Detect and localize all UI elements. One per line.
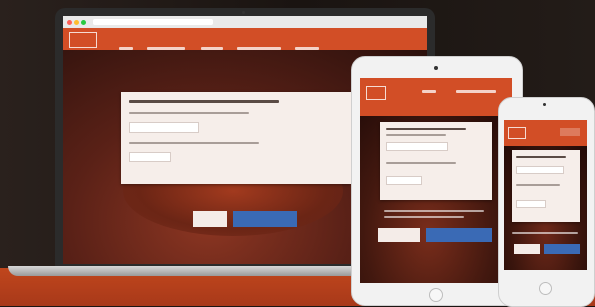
minimize-icon[interactable]: [74, 20, 79, 25]
card-heading: [129, 100, 279, 103]
camera-icon: [543, 103, 546, 106]
hero-text: [384, 210, 484, 212]
camera-icon: [434, 66, 438, 70]
site-header: [360, 78, 512, 116]
card-heading: [386, 128, 466, 130]
hero-text: [512, 232, 578, 234]
secondary-button[interactable]: [193, 211, 227, 227]
location-input[interactable]: [386, 142, 448, 151]
search-card: [512, 150, 580, 222]
search-button[interactable]: [129, 152, 171, 162]
search-button[interactable]: [386, 176, 422, 185]
maximize-icon[interactable]: [81, 20, 86, 25]
home-button-icon[interactable]: [539, 282, 552, 295]
close-icon[interactable]: [67, 20, 72, 25]
card-text: [386, 162, 456, 164]
search-button[interactable]: [516, 200, 546, 208]
camera-icon: [242, 11, 245, 14]
card-text: [386, 134, 446, 136]
primary-button[interactable]: [426, 228, 492, 242]
secondary-button[interactable]: [514, 244, 540, 254]
nav-item[interactable]: [422, 90, 436, 93]
card-text: [129, 112, 249, 114]
card-text: [129, 142, 259, 144]
search-card: [121, 92, 351, 184]
site-header: [63, 28, 427, 50]
nav-item[interactable]: [456, 90, 496, 93]
location-input[interactable]: [516, 166, 564, 174]
primary-button[interactable]: [233, 211, 297, 227]
logo-icon[interactable]: [69, 32, 97, 48]
site-header: [504, 120, 587, 146]
phone-screen: [504, 120, 587, 270]
browser-bar: [63, 16, 427, 28]
secondary-button[interactable]: [378, 228, 420, 242]
primary-button[interactable]: [544, 244, 580, 254]
search-card: [380, 122, 492, 200]
menu-button[interactable]: [560, 128, 580, 136]
logo-icon[interactable]: [508, 127, 526, 139]
card-text: [516, 184, 560, 186]
tablet-screen: [360, 78, 512, 283]
hero-text: [384, 216, 464, 218]
address-bar[interactable]: [93, 19, 213, 25]
card-heading: [516, 156, 566, 158]
logo-icon[interactable]: [366, 86, 386, 100]
location-input[interactable]: [129, 122, 199, 133]
home-button-icon[interactable]: [429, 288, 443, 302]
